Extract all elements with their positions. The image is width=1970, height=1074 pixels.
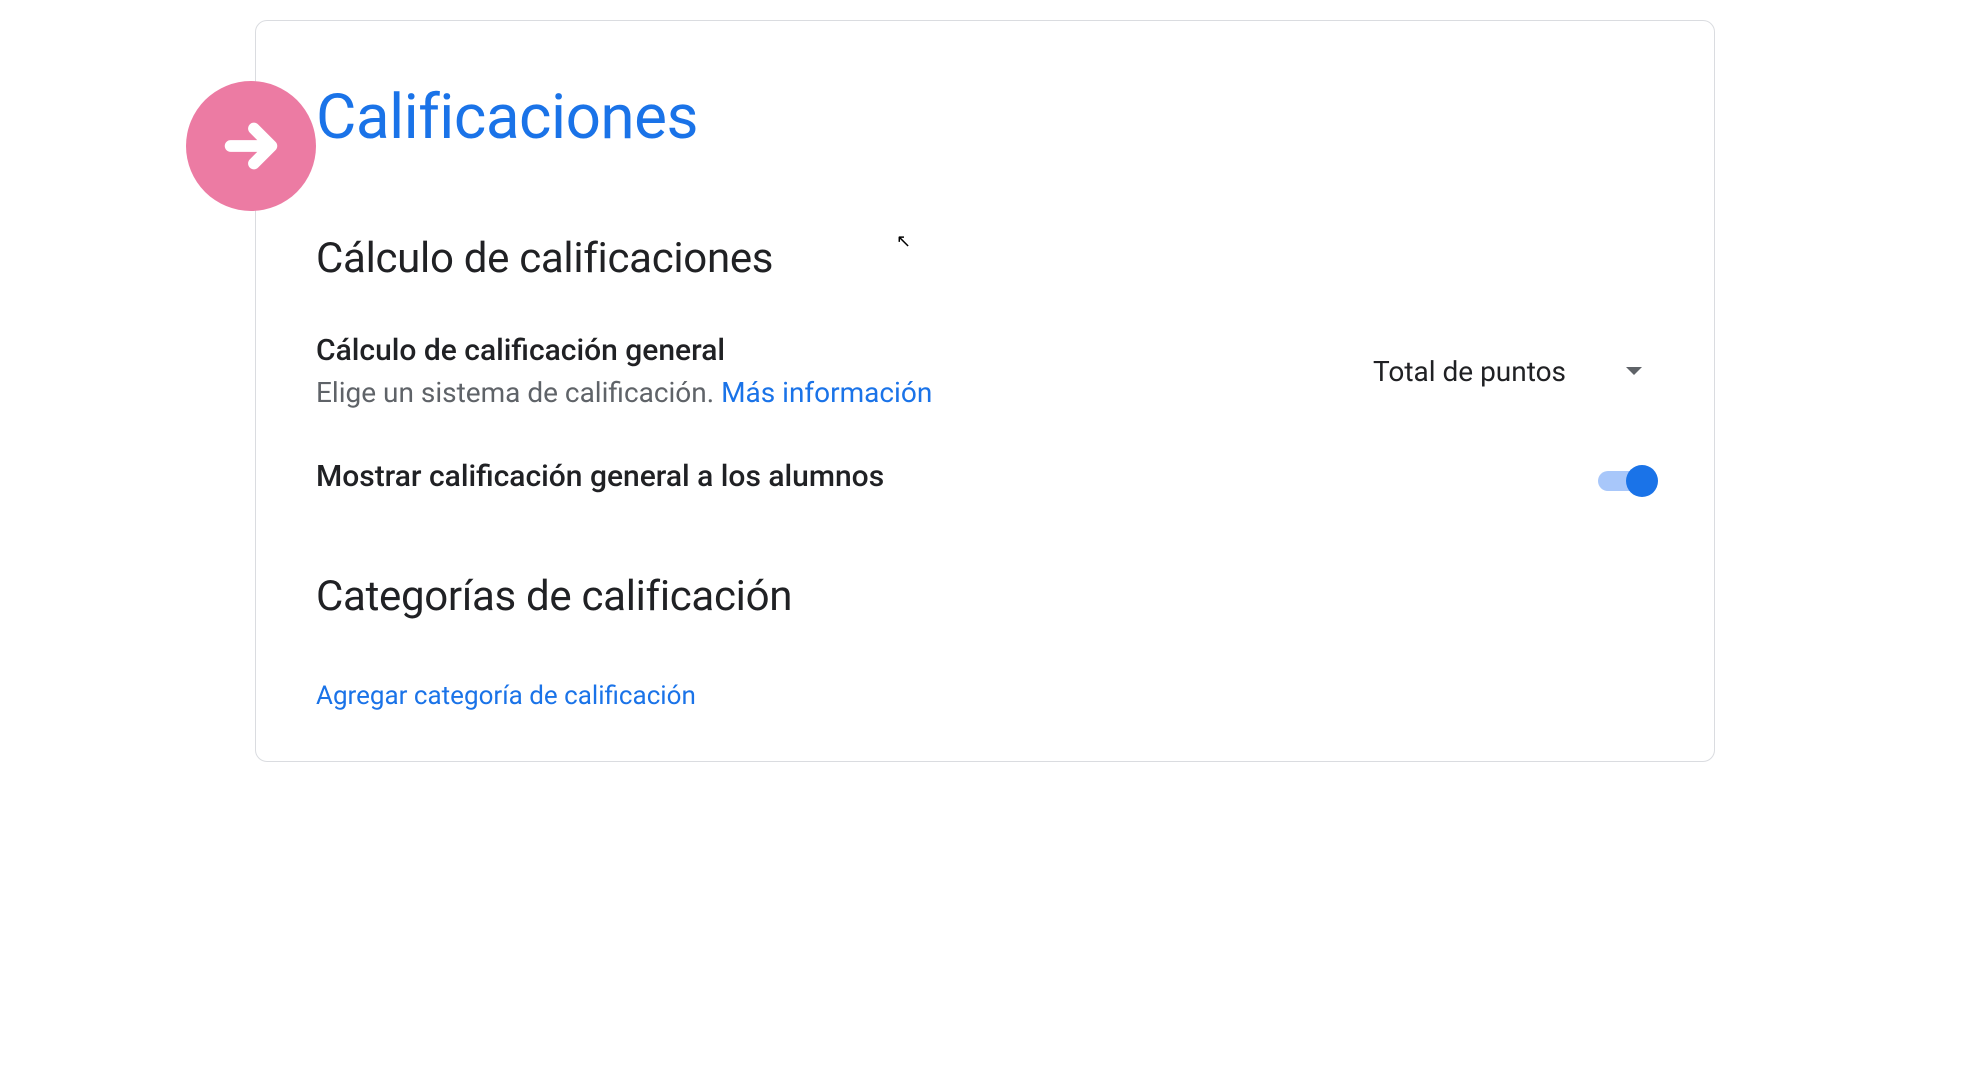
section-heading-calculation: Cálculo de calificaciones [316, 234, 1654, 283]
chevron-down-icon [1626, 367, 1642, 375]
setting-text-block: Cálculo de calificación general Elige un… [316, 333, 932, 409]
mouse-cursor-icon: ↖ [896, 231, 911, 252]
section-categories: Categorías de calificación Agregar categ… [316, 572, 1654, 711]
show-students-label: Mostrar calificación general a los alumn… [316, 459, 884, 494]
dropdown-value: Total de puntos [1373, 355, 1566, 388]
more-info-link[interactable]: Más información [721, 376, 932, 409]
toggle-knob [1626, 465, 1658, 497]
arrow-right-icon [186, 81, 316, 211]
description-text: Elige un sistema de calificación. [316, 376, 721, 409]
setting-row-show-students: Mostrar calificación general a los alumn… [316, 459, 1654, 502]
page-title: Calificaciones [316, 81, 1654, 154]
setting-row-general-calc: Cálculo de calificación general Elige un… [316, 333, 1654, 409]
show-students-toggle[interactable] [1598, 471, 1654, 491]
grades-settings-card: Calificaciones ↖ Cálculo de calificacion… [255, 20, 1715, 762]
general-calc-label: Cálculo de calificación general [316, 333, 932, 368]
grading-system-dropdown[interactable]: Total de puntos [1361, 347, 1654, 396]
add-category-link[interactable]: Agregar categoría de calificación [316, 681, 696, 711]
section-heading-categories: Categorías de calificación [316, 572, 1654, 621]
general-calc-description: Elige un sistema de calificación. Más in… [316, 376, 932, 409]
